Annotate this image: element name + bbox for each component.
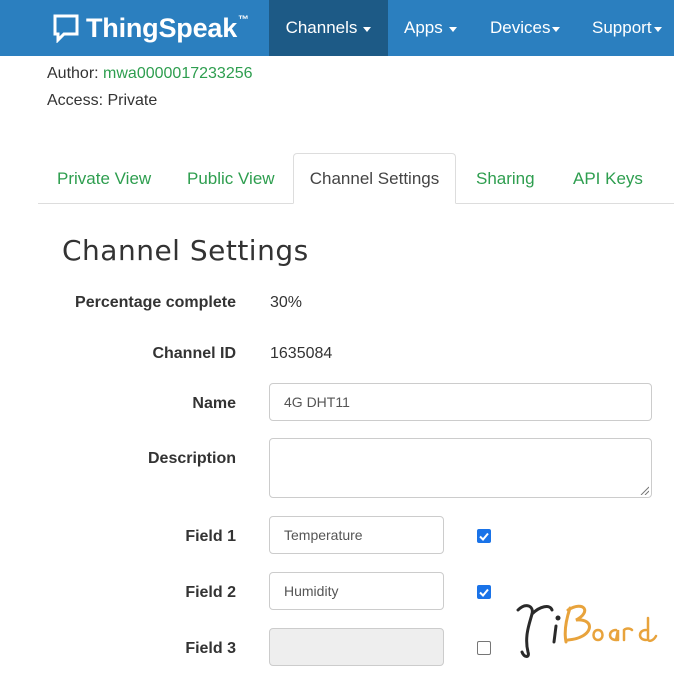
tab-api-keys[interactable]: API Keys bbox=[573, 153, 643, 204]
percentage-value: 30% bbox=[270, 294, 303, 311]
brand-logo[interactable]: ThingSpeak ™ bbox=[52, 10, 249, 46]
nav-channels-label: Channels bbox=[285, 18, 358, 37]
nav-apps[interactable]: Apps bbox=[404, 0, 457, 56]
tab-public-view[interactable]: Public View bbox=[187, 153, 275, 204]
name-label: Name bbox=[192, 395, 236, 412]
chat-bubble-icon bbox=[53, 14, 79, 43]
field-3-label: Field 3 bbox=[185, 640, 236, 657]
caret-down-icon bbox=[363, 26, 372, 32]
field-2-checkbox[interactable] bbox=[477, 585, 491, 599]
resize-grip-icon[interactable] bbox=[639, 485, 649, 495]
percentage-label: Percentage complete bbox=[75, 294, 236, 311]
nav-apps-label: Apps bbox=[404, 18, 443, 37]
nav-support-label: Support bbox=[592, 18, 652, 37]
brand-trademark: ™ bbox=[238, 14, 250, 26]
field-1-input[interactable]: Temperature bbox=[269, 516, 444, 554]
field-2-label: Field 2 bbox=[185, 584, 236, 601]
caret-down-icon bbox=[552, 26, 561, 32]
access-label: Access: bbox=[47, 92, 104, 109]
access-line: Access: Private bbox=[47, 92, 157, 110]
field-1-label: Field 1 bbox=[185, 528, 236, 545]
access-value: Private bbox=[107, 92, 158, 109]
tab-sharing[interactable]: Sharing bbox=[476, 153, 535, 204]
nav-support[interactable]: Support bbox=[592, 0, 662, 56]
channel-id-value: 1635084 bbox=[270, 345, 333, 362]
field-1-checkbox[interactable] bbox=[477, 529, 491, 543]
yiboard-watermark-logo bbox=[516, 604, 658, 658]
nav-devices[interactable]: Devices bbox=[490, 0, 561, 56]
field-3-checkbox[interactable] bbox=[477, 641, 491, 655]
description-label: Description bbox=[147, 450, 236, 467]
channel-id-label: Channel ID bbox=[152, 345, 236, 362]
nav-devices-label: Devices bbox=[490, 18, 551, 37]
tab-channel-settings[interactable]: Channel Settings bbox=[293, 153, 456, 204]
nav-channels[interactable]: Channels bbox=[269, 0, 388, 56]
checkmark-icon bbox=[479, 588, 489, 597]
field-2-input[interactable]: Humidity bbox=[269, 572, 444, 610]
checkmark-icon bbox=[479, 532, 489, 541]
section-title: Channel Settings bbox=[62, 234, 309, 267]
author-line: Author: mwa0000017233256 bbox=[47, 65, 253, 83]
field-3-input[interactable] bbox=[269, 628, 444, 666]
top-navbar: ThingSpeak ™ Channels Apps Devices Suppo… bbox=[0, 0, 674, 56]
brand-name: ThingSpeak bbox=[86, 12, 238, 43]
author-label: Author: bbox=[47, 65, 99, 82]
author-link[interactable]: mwa0000017233256 bbox=[103, 65, 252, 82]
tab-private-view[interactable]: Private View bbox=[57, 153, 151, 204]
name-input[interactable]: 4G DHT11 bbox=[269, 383, 652, 421]
caret-down-icon bbox=[653, 26, 662, 32]
description-textarea[interactable] bbox=[269, 438, 652, 498]
caret-down-icon bbox=[448, 26, 457, 32]
